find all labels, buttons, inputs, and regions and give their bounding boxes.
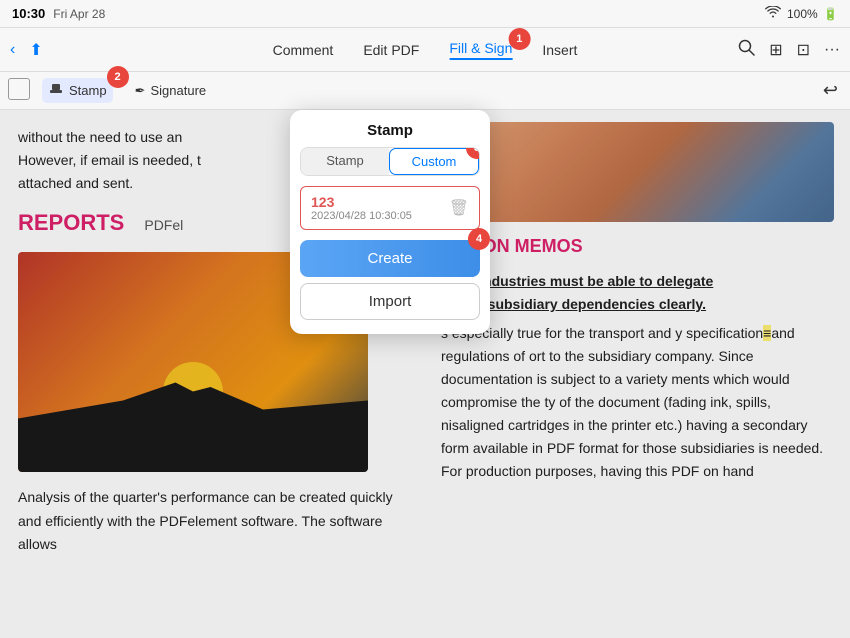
status-day: Fri Apr 28	[53, 7, 105, 21]
stamp-popup-title: Stamp	[290, 110, 490, 147]
stamp-date: 2023/04/28 10:30:05	[311, 210, 412, 222]
stamp-tool[interactable]: Stamp 2	[42, 78, 113, 103]
delete-stamp-icon[interactable]: 🗑	[449, 198, 469, 218]
stamp-tabs: Stamp Custom 3	[300, 147, 480, 176]
stamp-item: 123 2023/04/28 10:30:05 🗑	[300, 186, 480, 230]
badge-3: 3	[466, 147, 480, 159]
badge-4: 4	[468, 228, 490, 250]
stamp-label: Stamp	[69, 83, 107, 98]
comment-tab[interactable]: Comment	[273, 42, 334, 58]
fit-icon[interactable]: ⊡	[797, 40, 810, 60]
toolbar-right: ⊞ ⊡ ···	[738, 39, 840, 61]
create-button[interactable]: Create 4	[300, 240, 480, 277]
toolbar: ‹ ⬆ Comment Edit PDF Fill & Sign 1 Inser…	[0, 28, 850, 72]
undo-button[interactable]: ↩	[823, 80, 838, 101]
main-content: without the need to use anHowever, if em…	[0, 110, 850, 638]
stamp-tab-stamp[interactable]: Stamp	[301, 148, 389, 175]
badge-2: 2	[107, 66, 129, 88]
status-bar: 10:30 Fri Apr 28 100% 🔋	[0, 0, 850, 28]
stamp-number: 123	[311, 194, 412, 210]
import-button[interactable]: Import	[300, 283, 480, 320]
selection-box[interactable]	[8, 78, 30, 100]
sub-toolbar: Stamp 2 ✒ Signature ↩	[0, 72, 850, 110]
wifi-icon	[765, 6, 781, 21]
stamp-tab-custom[interactable]: Custom 3	[389, 148, 479, 175]
status-left: 10:30 Fri Apr 28	[12, 6, 105, 21]
more-icon[interactable]: ···	[824, 41, 840, 59]
stamp-popup: Stamp Stamp Custom 3 123 2023/04/28 10:3…	[290, 110, 490, 334]
battery-indicator: 100% 🔋	[787, 7, 838, 21]
search-icon[interactable]	[738, 39, 755, 61]
share-button[interactable]: ⬆	[29, 40, 42, 60]
toolbar-center: Comment Edit PDF Fill & Sign 1 Insert	[273, 40, 578, 60]
toolbar-left: ‹ ⬆	[10, 40, 43, 60]
stamp-icon	[48, 81, 64, 100]
back-button[interactable]: ‹	[10, 41, 15, 59]
edit-pdf-tab[interactable]: Edit PDF	[363, 42, 419, 58]
fill-sign-tab[interactable]: Fill & Sign 1	[449, 40, 512, 60]
grid-icon[interactable]: ⊞	[769, 40, 782, 60]
signature-icon: ✒	[135, 83, 146, 99]
badge-1: 1	[508, 28, 530, 50]
signature-tool[interactable]: ✒ Signature	[129, 80, 213, 102]
status-right: 100% 🔋	[765, 6, 838, 21]
stamp-item-text: 123 2023/04/28 10:30:05	[311, 194, 412, 222]
signature-label: Signature	[150, 83, 206, 98]
insert-tab[interactable]: Insert	[542, 42, 577, 58]
status-time: 10:30	[12, 6, 45, 21]
